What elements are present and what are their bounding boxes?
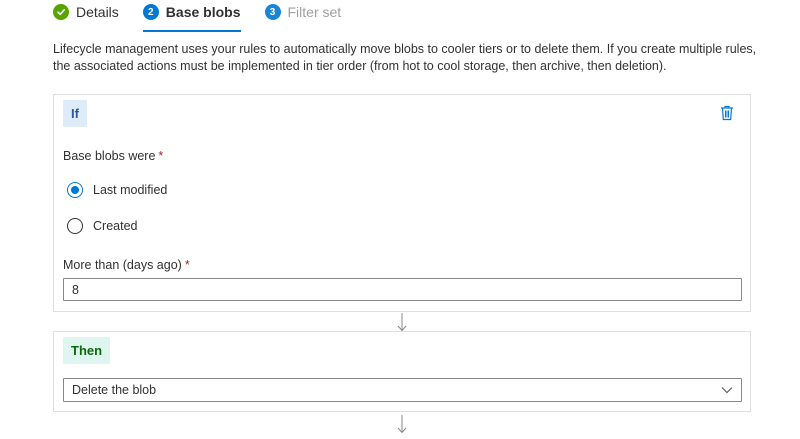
radio-button-checked[interactable] [67,182,83,198]
action-dropdown[interactable]: Delete the blob [63,378,742,402]
step-number-badge: 2 [142,4,159,20]
if-condition-card: If Base blobs were * Last modified Create… [53,94,751,312]
radio-button-unchecked[interactable] [67,218,83,234]
wizard-tabs: Details 2 Base blobs 3 Filter set [53,0,365,32]
days-ago-input[interactable]: 8 [63,278,742,301]
tab-base-blobs[interactable]: 2 Base blobs [142,0,241,32]
required-marker: * [184,258,190,272]
radio-created[interactable]: Created [67,218,137,234]
tab-base-blobs-label: Base blobs [165,4,241,20]
radio-last-modified[interactable]: Last modified [67,182,167,198]
tab-filter-set-label: Filter set [287,4,342,20]
action-dropdown-value: Delete the blob [72,383,157,397]
tab-details-label: Details [76,4,119,20]
arrow-down-icon [396,414,408,434]
required-marker: * [158,149,164,163]
tab-filter-set[interactable]: 3 Filter set [264,0,342,24]
step-number-badge: 3 [264,4,281,20]
then-chip: Then [63,337,111,364]
tab-details[interactable]: Details [53,0,119,24]
page-description: Lifecycle management uses your rules to … [53,42,757,73]
days-ago-label: More than (days ago) * [63,258,190,272]
if-chip: If [63,100,87,127]
trash-icon[interactable] [720,105,734,121]
radio-last-modified-label: Last modified [93,183,168,197]
chevron-down-icon [721,381,733,399]
check-circle-icon [53,4,69,20]
arrow-down-icon [396,312,408,332]
then-action-card: Then Delete the blob [53,331,751,412]
base-blobs-label: Base blobs were * [63,149,164,163]
radio-created-label: Created [93,219,138,233]
